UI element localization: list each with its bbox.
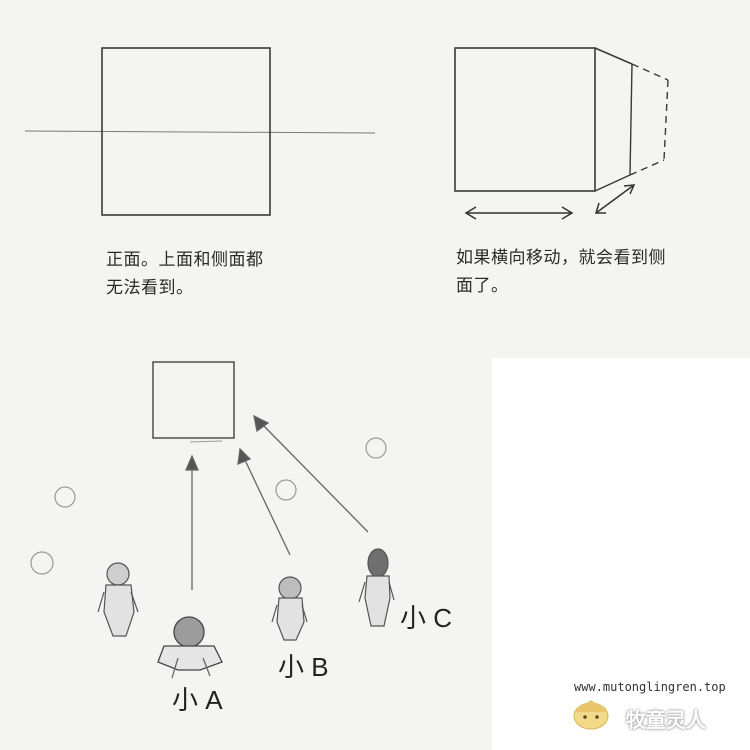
box-side-bottom-edge xyxy=(594,174,631,192)
topdown-square xyxy=(152,361,235,439)
sightline-arrow-a xyxy=(185,454,199,590)
label-figure-b: 小 B xyxy=(278,652,329,682)
diagonal-move-arrow xyxy=(594,184,636,214)
horizontal-move-arrow xyxy=(464,206,574,220)
caption-front-view: 正面。上面和侧面都 无法看到。 xyxy=(106,250,264,298)
caption-side-move: 如果横向移动，就会看到侧 面了。 xyxy=(456,248,666,296)
label-figure-c: 小 C xyxy=(400,603,453,633)
watermark-brand: 牧童灵人 xyxy=(626,708,706,732)
figure-c xyxy=(358,548,395,627)
box-dashed-back xyxy=(663,79,669,161)
illustration-page: 正面。上面和侧面都 无法看到。 如果横向移动，就会看到侧 面了。 小 A 小 B… xyxy=(0,0,750,750)
box-side-back-edge xyxy=(629,63,633,176)
ground-circles xyxy=(30,437,387,575)
label-figure-a: 小 A xyxy=(172,685,223,715)
box-front-face xyxy=(454,47,596,192)
watermark-url: www.mutonglingren.top xyxy=(574,680,726,694)
sightline-arrow-b xyxy=(237,447,291,556)
square-shadow-line xyxy=(189,440,223,443)
sketch-canvas xyxy=(24,47,669,730)
mascot-icon xyxy=(573,700,609,730)
figure-a xyxy=(157,616,223,679)
box-side-top-edge xyxy=(594,47,633,65)
box-dashed-bottom xyxy=(629,159,665,176)
figure-b xyxy=(271,576,308,641)
figure-left xyxy=(97,562,139,637)
box-dashed-top xyxy=(631,63,669,81)
horizon-line xyxy=(24,130,376,134)
